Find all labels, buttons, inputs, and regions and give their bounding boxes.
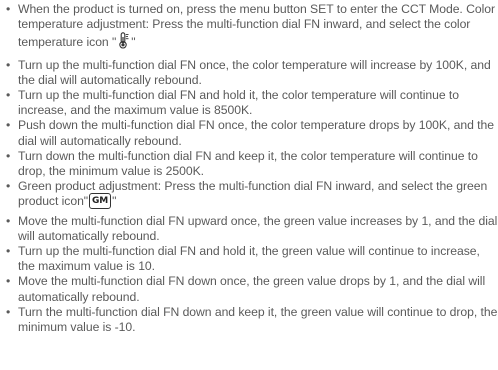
list-item: Turn up the multi-function dial FN and h… <box>0 88 498 118</box>
list-item: Move the multi-function dial FN down onc… <box>0 274 498 304</box>
list-item: When the product is turned on, press the… <box>0 2 498 54</box>
list-item-text: Turn the multi-function dial FN down and… <box>18 304 498 335</box>
list-item-text: Move the multi-function dial FN upward o… <box>18 213 498 243</box>
instruction-list: When the product is turned on, press the… <box>0 2 498 335</box>
thermometer-icon <box>117 32 130 53</box>
list-item: Turn up the multi-function dial FN and h… <box>0 244 498 274</box>
list-item: Green product adjustment: Press the mult… <box>0 179 498 209</box>
list-item: Turn up the multi-function dial FN once,… <box>0 58 498 88</box>
list-item-text: Move the multi-function dial FN down onc… <box>18 274 486 304</box>
list-item-text: Turn up the multi-function dial FN and h… <box>18 88 459 118</box>
list-item-text: Turn up the multi-function dial FN and h… <box>18 244 480 274</box>
list-item: Move the multi-function dial FN upward o… <box>0 214 498 244</box>
list-item-text: Turn up the multi-function dial FN once,… <box>18 57 491 87</box>
gm-icon: GM <box>89 192 112 209</box>
list-item-text: Turn down the multi-function dial FN and… <box>18 148 478 179</box>
list-item-suffix: " <box>112 194 117 209</box>
list-item-text: Push down the multi-function dial FN onc… <box>18 118 494 148</box>
list-item-suffix: " <box>131 35 136 50</box>
list-item: Push down the multi-function dial FN onc… <box>0 118 498 148</box>
list-item: Turn down the multi-function dial FN and… <box>0 149 498 179</box>
list-item-text: When the product is turned on, press the… <box>18 2 495 50</box>
instruction-document: When the product is turned on, press the… <box>0 0 498 370</box>
list-item: Turn the multi-function dial FN down and… <box>0 305 498 335</box>
